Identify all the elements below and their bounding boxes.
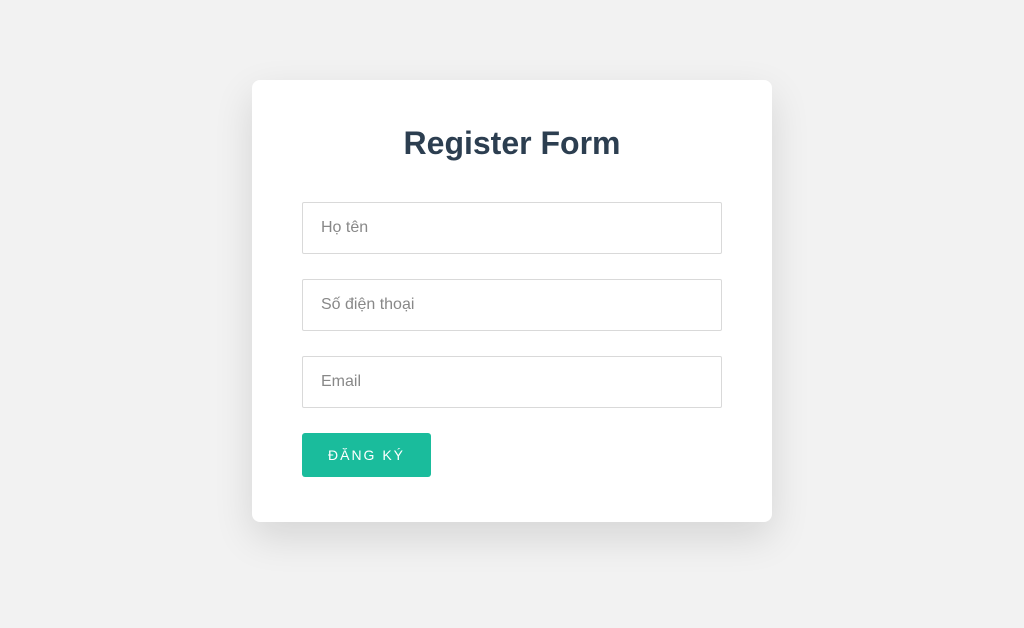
form-group-name	[302, 202, 722, 254]
phone-input[interactable]	[302, 279, 722, 331]
form-group-email	[302, 356, 722, 408]
form-group-phone	[302, 279, 722, 331]
form-title: Register Form	[302, 125, 722, 162]
name-input[interactable]	[302, 202, 722, 254]
register-form-card: Register Form Đăng ký	[252, 80, 772, 522]
email-input[interactable]	[302, 356, 722, 408]
submit-button[interactable]: Đăng ký	[302, 433, 431, 477]
